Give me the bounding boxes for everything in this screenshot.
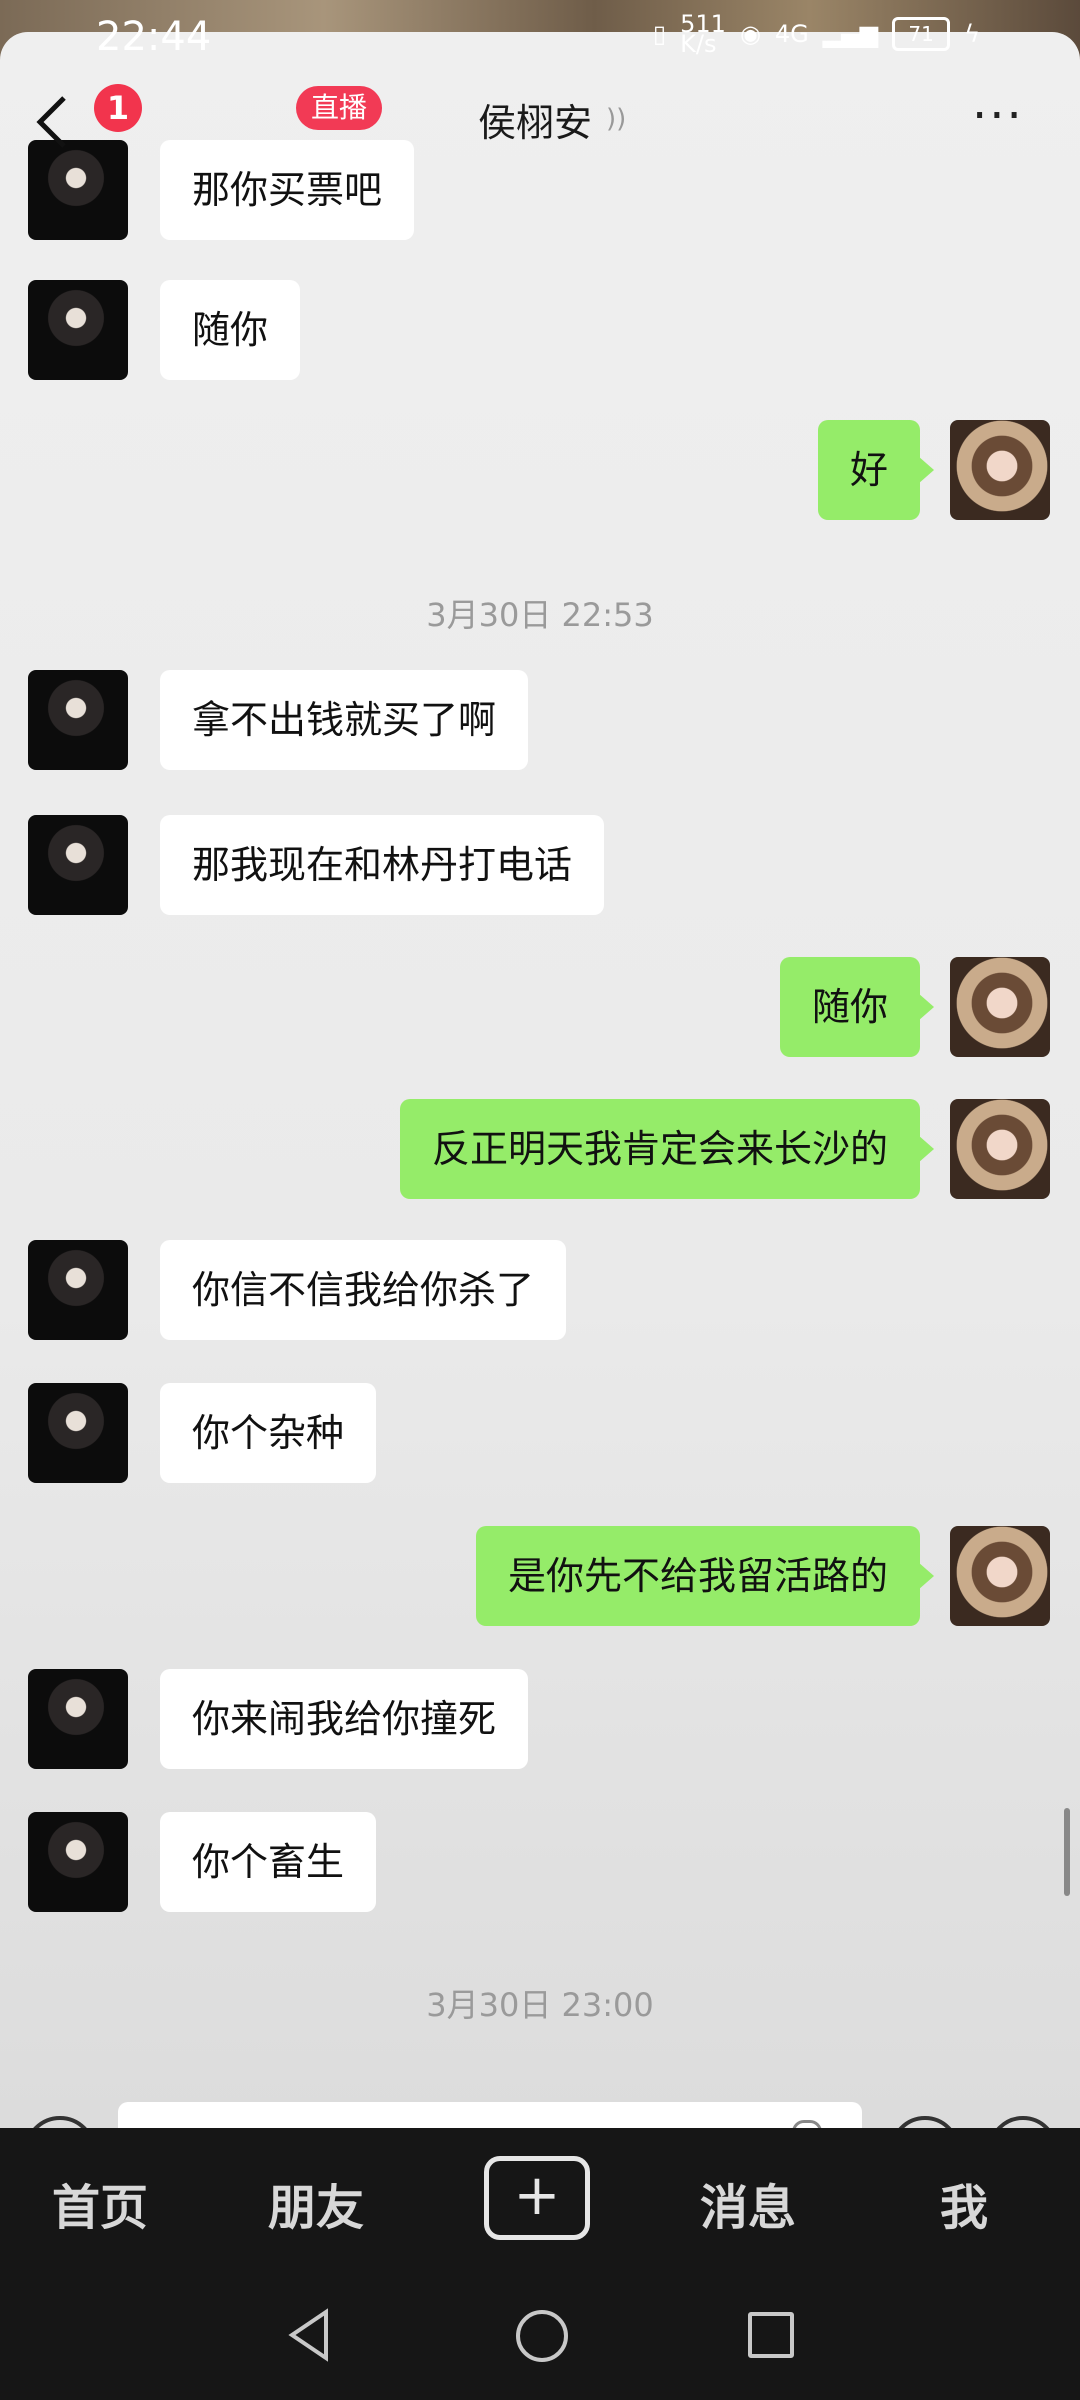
message-input[interactable] (118, 2102, 862, 2128)
message-row: 拿不出钱就买了啊 (0, 670, 1080, 770)
nav-me[interactable]: 我 (940, 2168, 988, 2238)
system-home-icon[interactable] (516, 2310, 568, 2362)
clock: 22:44 (96, 14, 212, 60)
message-bubble[interactable]: 你信不信我给你杀了 (160, 1240, 567, 1340)
timestamp: 3月30日 22:53 (426, 596, 654, 634)
create-button[interactable]: + (484, 2156, 590, 2240)
back-arrow-icon[interactable] (30, 92, 80, 152)
contact-name[interactable]: 侯栩安 (478, 92, 592, 147)
message-row: 好 (0, 420, 1080, 520)
message-row: 反正明天我肯定会来长沙的 (0, 1099, 1080, 1199)
message-bubble[interactable]: 拿不出钱就买了啊 (160, 670, 529, 770)
avatar[interactable] (28, 1812, 128, 1912)
timestamp: 3月30日 23:00 (426, 1986, 654, 2024)
message-row: 是你先不给我留活路的 (0, 1526, 1080, 1626)
system-recent-icon[interactable] (748, 2312, 794, 2358)
avatar[interactable] (28, 670, 128, 770)
message-row: 随你 (0, 957, 1080, 1057)
message-bubble[interactable]: 好 (817, 420, 935, 520)
message-bubble[interactable]: 你个畜生 (160, 1812, 377, 1912)
message-bubble[interactable]: 随你 (160, 280, 301, 380)
message-row: 你个杂种 (0, 1383, 1080, 1483)
system-back-icon[interactable] (286, 2308, 332, 2362)
signal-icon: ▂▄▆ (822, 20, 879, 48)
vibrate-icon: ▯ (652, 20, 667, 48)
message-bubble[interactable]: 反正明天我肯定会来长沙的 (399, 1099, 935, 1199)
nav-friends[interactable]: 朋友 (268, 2168, 364, 2238)
message-row: 那我现在和林丹打电话 (0, 815, 1080, 915)
message-row: 你个畜生 (0, 1812, 1080, 1912)
emoji-button[interactable] (890, 2116, 960, 2128)
avatar[interactable] (28, 280, 128, 380)
message-bubble[interactable]: 随你 (779, 957, 935, 1057)
nav-messages[interactable]: 消息 (700, 2168, 796, 2238)
status-icons: ▯ 511 K/s ◉ 4G ▂▄▆ 71 ϟ (652, 10, 980, 58)
nav-home[interactable]: 首页 (52, 2168, 148, 2238)
system-nav (0, 2268, 1080, 2400)
avatar[interactable] (950, 1099, 1050, 1199)
hotspot-icon: ◉ (739, 20, 761, 48)
scrollbar[interactable] (1064, 1808, 1070, 1896)
avatar[interactable] (28, 1383, 128, 1483)
voice-button[interactable] (24, 2116, 96, 2128)
sound-icon: )) (606, 104, 627, 134)
message-bubble[interactable]: 你来闹我给你撞死 (160, 1669, 529, 1769)
avatar[interactable] (950, 1526, 1050, 1626)
message-bubble[interactable]: 你个杂种 (160, 1383, 377, 1483)
unread-badge: 1 (94, 84, 142, 132)
avatar[interactable] (28, 1240, 128, 1340)
message-bubble[interactable]: 那我现在和林丹打电话 (160, 815, 605, 915)
net-speed: 511 K/s (680, 10, 726, 58)
signal-label: 4G (774, 20, 809, 48)
status-bar: 22:44 ▯ 511 K/s ◉ 4G ▂▄▆ 71 ϟ (0, 0, 1080, 80)
avatar[interactable] (950, 420, 1050, 520)
charging-icon: ϟ (964, 20, 980, 48)
avatar[interactable] (950, 957, 1050, 1057)
plus-button[interactable]: + (988, 2116, 1058, 2128)
message-row: 随你 (0, 280, 1080, 380)
message-row: 你信不信我给你杀了 (0, 1240, 1080, 1340)
message-row: 你来闹我给你撞死 (0, 1669, 1080, 1769)
input-bar: + (0, 2084, 1080, 2128)
more-button[interactable]: ··· (972, 88, 1024, 144)
avatar[interactable] (28, 815, 128, 915)
chat-sheet: 那你买票吧 随你好 3月30日 22:53 拿不出钱就买了啊 那我现在和林丹打电话 随你反… (0, 32, 1080, 2128)
live-badge[interactable]: 直播 (296, 86, 382, 130)
battery: 71 (892, 17, 951, 51)
avatar[interactable] (28, 1669, 128, 1769)
message-bubble[interactable]: 是你先不给我留活路的 (475, 1526, 935, 1626)
bottom-nav: 首页 朋友 + 消息 我 (0, 2128, 1080, 2268)
